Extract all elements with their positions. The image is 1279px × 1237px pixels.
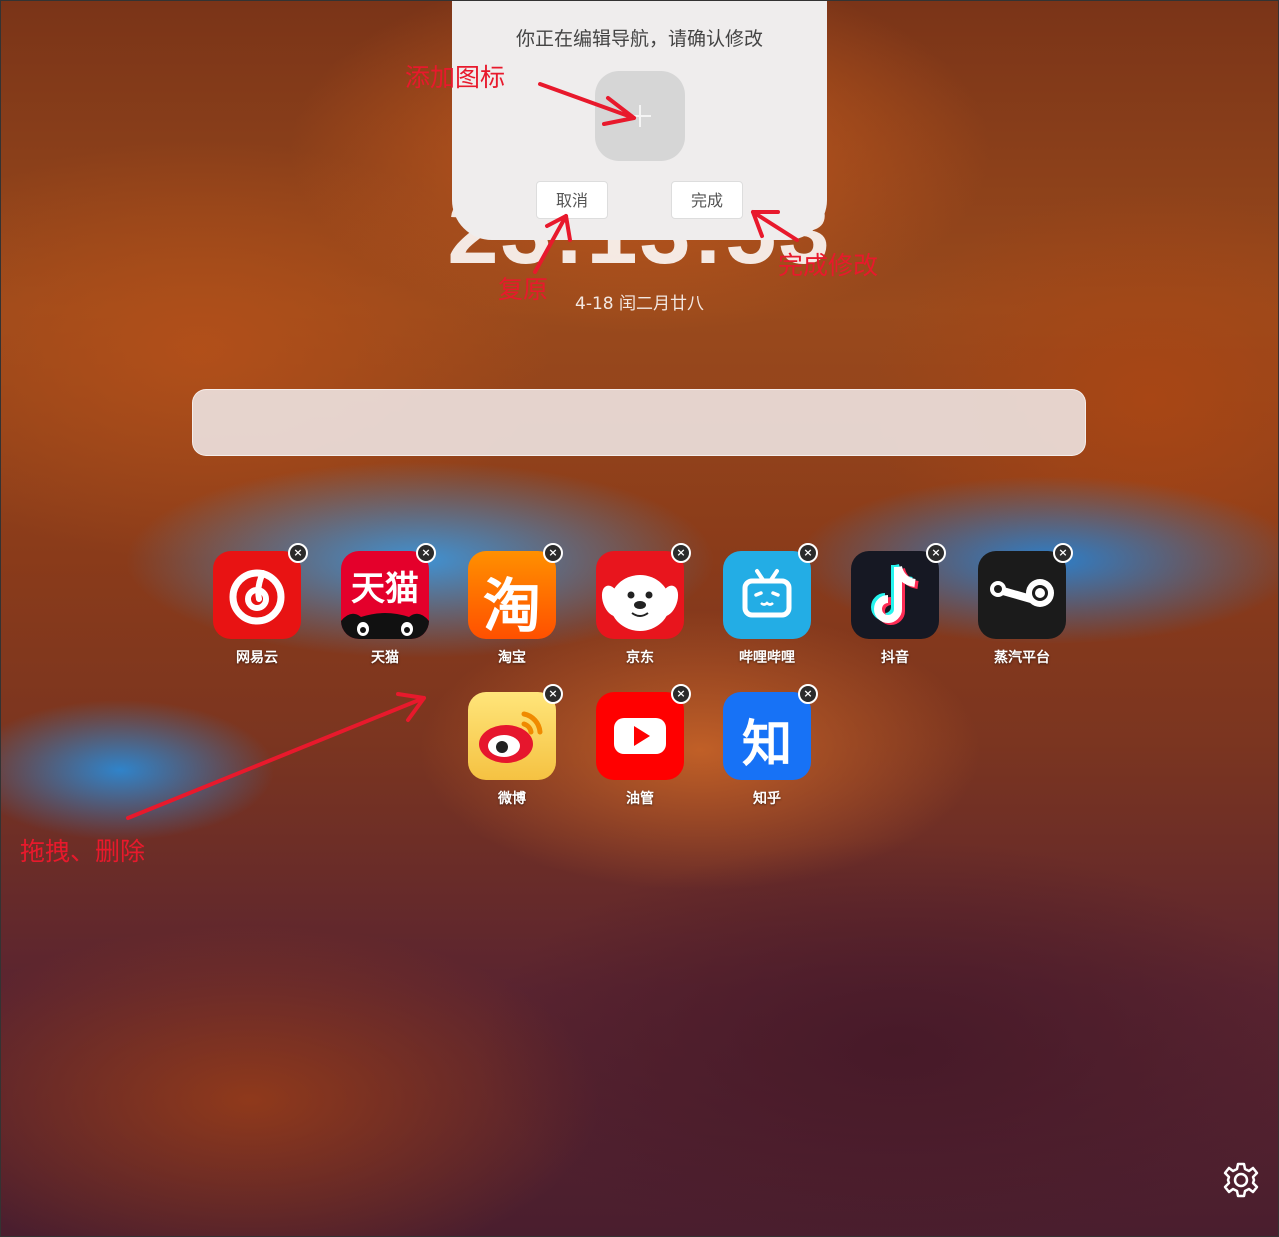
- edit-navigation-panel: 你正在编辑导航，请确认修改 取消 完成: [452, 0, 827, 240]
- delete-shortcut-button[interactable]: ×: [543, 684, 563, 704]
- delete-shortcut-button[interactable]: ×: [671, 543, 691, 563]
- shortcut-label: 淘宝: [498, 650, 526, 666]
- shortcut-label: 哔哩哔哩: [739, 650, 795, 666]
- delete-shortcut-button[interactable]: ×: [1053, 543, 1073, 563]
- shortcut-steam[interactable]: × 蒸汽平台: [978, 543, 1073, 666]
- jd-icon: [596, 551, 684, 639]
- taobao-icon: 淘: [468, 551, 556, 639]
- tmall-icon: 天猫: [341, 551, 429, 639]
- delete-shortcut-button[interactable]: ×: [416, 543, 436, 563]
- shortcut-bilibili[interactable]: × 哔哩哔哩: [723, 543, 818, 666]
- shortcut-netease-music[interactable]: × 网易云: [213, 543, 308, 666]
- shortcut-label: 知乎: [753, 791, 781, 807]
- weibo-icon: [468, 692, 556, 780]
- settings-gear-icon[interactable]: [1222, 1161, 1260, 1199]
- shortcut-label: 网易云: [236, 650, 278, 666]
- shortcut-label: 京东: [626, 650, 654, 666]
- delete-shortcut-button[interactable]: ×: [926, 543, 946, 563]
- delete-shortcut-button[interactable]: ×: [798, 543, 818, 563]
- shortcut-taobao[interactable]: 淘 × 淘宝: [468, 543, 563, 666]
- shortcut-jd[interactable]: × 京东: [596, 543, 691, 666]
- shortcut-tmall[interactable]: 天猫 × 天猫: [341, 543, 436, 666]
- clock-date: 4-18 闰二月廿八: [575, 294, 704, 314]
- annotation-restore: 复原: [498, 275, 549, 304]
- zhihu-icon: 知: [723, 692, 811, 780]
- youtube-icon: [596, 692, 684, 780]
- annotation-drag-delete: 拖拽、删除: [20, 837, 146, 866]
- annotation-finish: 完成修改: [778, 251, 879, 280]
- bilibili-icon: [723, 551, 811, 639]
- search-input[interactable]: [192, 389, 1086, 456]
- shortcut-label: 天猫: [371, 650, 399, 666]
- netease-music-icon: [213, 551, 301, 639]
- cancel-button[interactable]: 取消: [536, 181, 608, 219]
- shortcut-zhihu[interactable]: 知 × 知乎: [723, 684, 818, 807]
- plus-icon-vertical: [639, 105, 641, 127]
- delete-shortcut-button[interactable]: ×: [543, 543, 563, 563]
- edit-panel-title: 你正在编辑导航，请确认修改: [515, 28, 763, 50]
- delete-shortcut-button[interactable]: ×: [798, 684, 818, 704]
- shortcut-weibo[interactable]: × 微博: [468, 684, 563, 807]
- done-button[interactable]: 完成: [671, 181, 743, 219]
- douyin-icon: [851, 551, 939, 639]
- shortcut-youtube[interactable]: × 油管: [596, 684, 691, 807]
- annotation-add-icon: 添加图标: [405, 63, 506, 92]
- shortcut-label: 微博: [498, 791, 526, 807]
- shortcut-label: 油管: [626, 791, 654, 807]
- steam-icon: [978, 551, 1066, 639]
- delete-shortcut-button[interactable]: ×: [671, 684, 691, 704]
- shortcut-label: 抖音: [881, 650, 909, 666]
- shortcut-label: 蒸汽平台: [994, 650, 1050, 666]
- delete-shortcut-button[interactable]: ×: [288, 543, 308, 563]
- zhihu-logo-text: 知: [742, 715, 792, 773]
- add-shortcut-button[interactable]: [595, 71, 685, 161]
- taobao-logo-text: 淘: [482, 572, 541, 639]
- new-tab-page: 23:13:53 4-18 闰二月廿八 你正在编辑导航，请确认修改 取消 完成 …: [0, 0, 1279, 1237]
- shortcut-douyin[interactable]: × 抖音: [851, 543, 946, 666]
